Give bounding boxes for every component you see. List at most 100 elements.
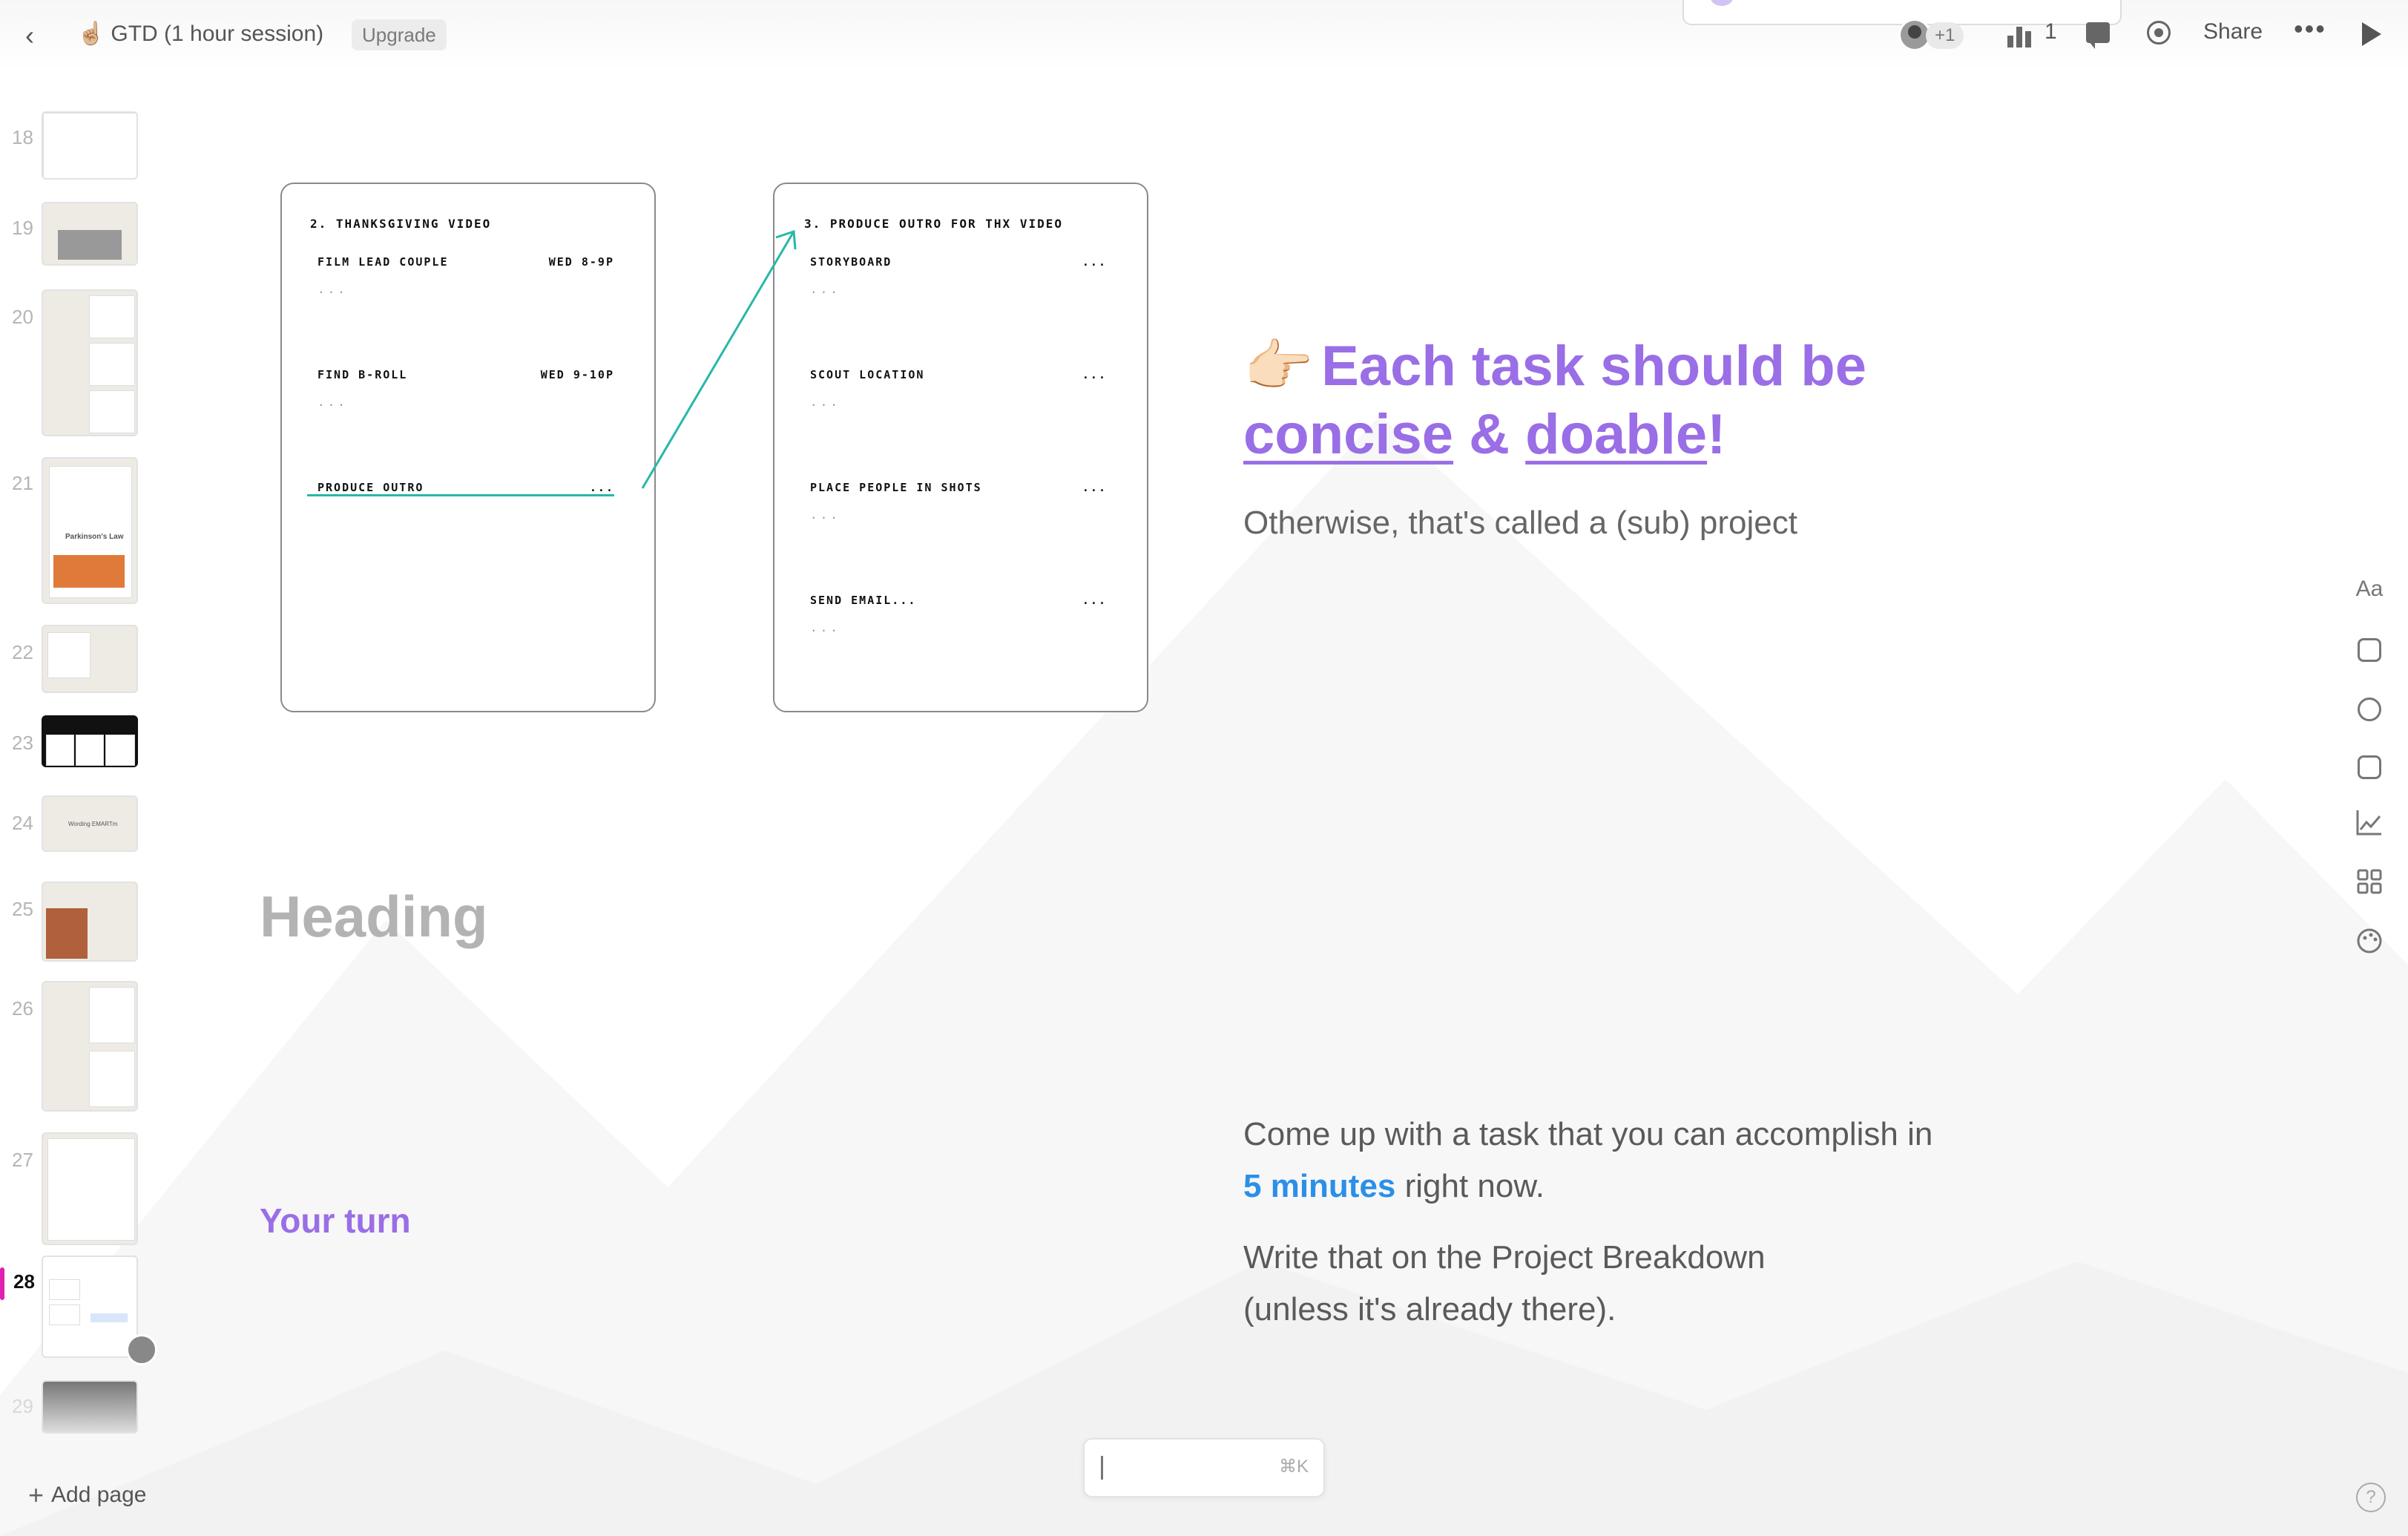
task-notes: ... [318, 395, 348, 409]
more-options-icon[interactable]: ••• [2294, 13, 2326, 45]
page-number: 29 [12, 1395, 33, 1417]
task-row: PRODUCE OUTRO ... [318, 481, 614, 494]
task-time: WED 9-10P [540, 368, 614, 381]
page-number: 22 [12, 641, 33, 663]
image-icon[interactable] [2358, 638, 2381, 662]
page-thumbnail[interactable] [42, 625, 138, 693]
page-thumbnail[interactable] [42, 111, 138, 180]
headline-amp: & [1453, 403, 1526, 466]
task-notes: ... [810, 508, 841, 522]
analytics-count: 1 [2045, 19, 2057, 44]
text-tool[interactable]: Aa [2352, 571, 2387, 607]
five-minutes-highlight: 5 minutes [1243, 1168, 1396, 1204]
instruction-line: Write that on the Project Breakdown [1243, 1239, 1766, 1276]
instruction-line: Come up with a task that you can accompl… [1243, 1116, 1933, 1152]
card-title: 3. PRODUCE OUTRO FOR THX VIDEO [804, 217, 1063, 231]
task-options: ... [1082, 255, 1107, 269]
share-button[interactable]: Share [2203, 19, 2263, 45]
task-label: PRODUCE OUTRO [318, 481, 424, 494]
page-thumbnail[interactable] [42, 202, 138, 266]
task-time: ... [589, 481, 614, 494]
task-label: SCOUT LOCATION [810, 368, 925, 381]
instruction-paragraph-2: Write that on the Project Breakdown (unl… [1243, 1232, 1766, 1336]
strike-through-line [307, 494, 614, 496]
project-card-outro: 3. PRODUCE OUTRO FOR THX VIDEO STORYBOAR… [773, 183, 1148, 712]
task-time: WED 8-9P [548, 255, 614, 269]
thumbnail-text: Wording EMARTm [68, 821, 118, 827]
page-thumbnail[interactable] [42, 1132, 138, 1245]
command-search-input[interactable]: ⌘K [1083, 1438, 1325, 1497]
instruction-line: right now. [1395, 1168, 1545, 1204]
task-row: FILM LEAD COUPLE WED 8-9P [318, 255, 614, 269]
page-number: 26 [12, 997, 33, 1020]
headline-text: Each task should be [1321, 335, 1867, 398]
page-thumbnail[interactable] [42, 289, 138, 436]
present-play-icon[interactable] [2362, 22, 2381, 46]
extra-collaborators-badge[interactable]: +1 [1926, 22, 1964, 49]
pointing-right-icon: 👉🏻 [1243, 335, 1314, 398]
page-number: 24 [12, 812, 33, 834]
analytics-icon[interactable] [2007, 22, 2033, 47]
collaborator-avatar[interactable] [1901, 21, 1929, 49]
page-thumbnail-active[interactable] [42, 1256, 138, 1358]
card-title: 2. THANKSGIVING VIDEO [310, 217, 492, 231]
page-number: 21 [12, 472, 33, 494]
task-label: FILM LEAD COUPLE [318, 255, 449, 269]
upgrade-button[interactable]: Upgrade [352, 19, 447, 50]
task-row: SEND EMAIL... ... [810, 594, 1107, 607]
headline-end: ! [1707, 403, 1726, 466]
headline-concise: concise [1243, 403, 1454, 466]
active-page-indicator [0, 1267, 4, 1300]
slide-headline: 👉🏻 Each task should be concise & doable! [1243, 332, 2059, 469]
task-label: PLACE PEOPLE IN SHOTS [810, 481, 982, 494]
page-thumbnail[interactable] [42, 1380, 138, 1434]
instruction-line: (unless it's already there). [1243, 1291, 1616, 1327]
project-card-thanksgiving: 2. THANKSGIVING VIDEO FILM LEAD COUPLE W… [280, 183, 656, 712]
task-label: SEND EMAIL... [810, 594, 917, 607]
page-number: 18 [12, 126, 33, 148]
shortcut-hint: ⌘K [1278, 1457, 1309, 1477]
collaborator-avatar [126, 1334, 157, 1365]
document-title[interactable]: ☝🏼 GTD (1 hour session) [77, 21, 323, 47]
chart-icon[interactable] [2352, 809, 2387, 844]
back-icon[interactable]: ‹ [25, 19, 52, 52]
page-number: 20 [12, 306, 33, 328]
page-number: 25 [12, 898, 33, 920]
page-number: 28 [13, 1270, 35, 1293]
page-number: 27 [12, 1149, 33, 1171]
shapes-icon[interactable] [2358, 698, 2381, 721]
task-label: FIND B-ROLL [318, 368, 408, 381]
headline-doable: doable [1525, 403, 1708, 466]
task-row: STORYBOARD ... [810, 255, 1107, 269]
task-row: SCOUT LOCATION ... [810, 368, 1107, 381]
comment-icon[interactable] [2086, 22, 2110, 49]
instruction-paragraph-1: Come up with a task that you can accompl… [1243, 1109, 1932, 1212]
task-row: PLACE PEOPLE IN SHOTS ... [810, 481, 1107, 494]
page-thumbnail[interactable] [42, 882, 138, 962]
document-title-text: GTD (1 hour session) [111, 22, 324, 46]
page-thumbnail[interactable]: Parkinson's Law [42, 457, 138, 604]
thumbnail-text: Parkinson's Law [65, 533, 124, 541]
task-notes: ... [810, 395, 841, 409]
apps-grid-icon[interactable] [2352, 868, 2387, 904]
table-icon[interactable] [2358, 755, 2381, 779]
task-label: STORYBOARD [810, 255, 892, 269]
task-row: FIND B-ROLL WED 9-10P [318, 368, 614, 381]
headline-subtext: Otherwise, that's called a (sub) project [1243, 505, 1797, 541]
page-number: 19 [12, 217, 33, 239]
page-thumbnail[interactable] [42, 715, 138, 767]
palette-icon[interactable] [2352, 928, 2387, 963]
heading-placeholder[interactable]: Heading [260, 883, 488, 951]
page-number: 23 [12, 732, 33, 754]
help-icon[interactable]: ? [2356, 1483, 2386, 1512]
text-cursor [1101, 1456, 1103, 1480]
task-options: ... [1082, 481, 1107, 494]
task-options: ... [1082, 368, 1107, 381]
page-thumbnail[interactable] [42, 981, 138, 1112]
task-notes: ... [810, 620, 841, 634]
your-turn-label: Your turn [260, 1201, 411, 1240]
top-bar: ‹ ☝🏼 GTD (1 hour session) Upgrade +1 1 Sh… [0, 0, 2408, 71]
pointing-up-icon: ☝🏼 [77, 22, 105, 46]
record-icon[interactable] [2147, 21, 2171, 45]
page-thumbnail[interactable]: Wording EMARTm [42, 795, 138, 852]
